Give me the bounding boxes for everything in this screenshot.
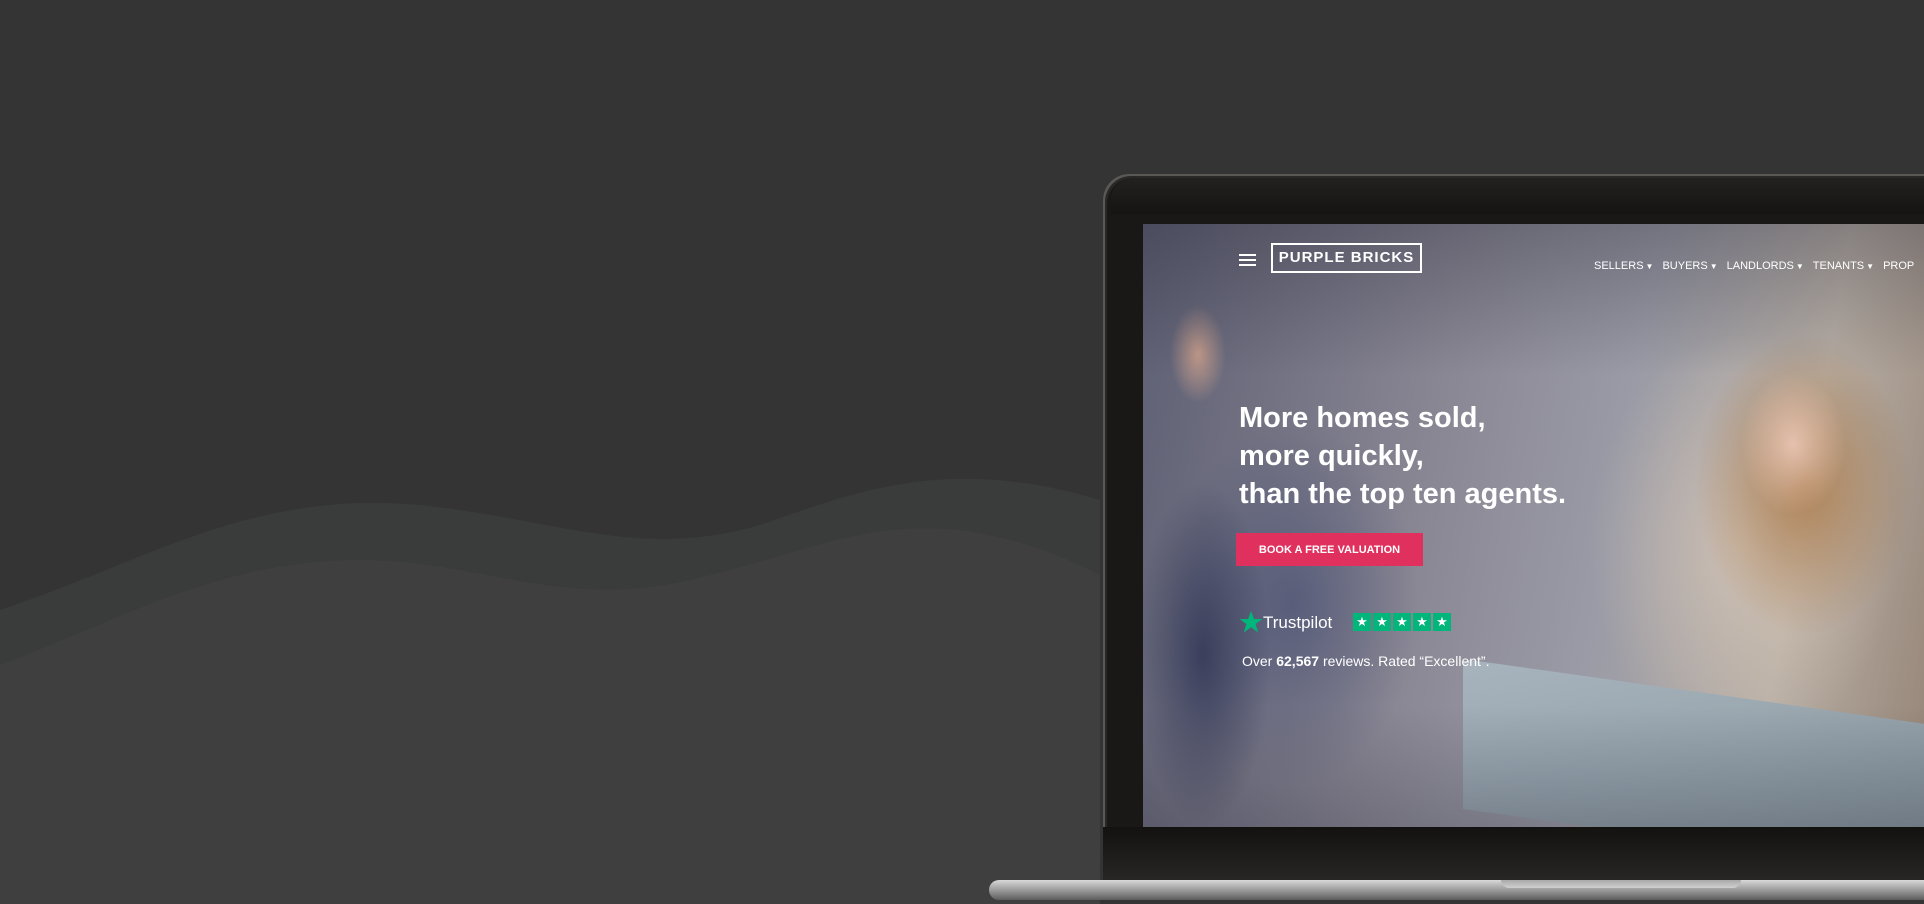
chevron-down-icon: ▼ <box>1709 262 1718 271</box>
nav-buyers[interactable]: BUYERS ▼ <box>1662 260 1717 272</box>
nav-landlords[interactable]: LANDLORDS ▼ <box>1727 260 1804 272</box>
reviews-summary: Over 62,567 reviews. Rated “Excellent”. <box>1242 653 1490 669</box>
nav-tenants[interactable]: TENANTS ▼ <box>1813 260 1874 272</box>
laptop-mockup: PURPLE BRICKS SELLERS ▼ BUYERS ▼ LANDLORDS ▼ T… <box>989 174 1924 904</box>
star-icon: ★ <box>1433 613 1451 631</box>
chevron-down-icon: ▼ <box>1866 262 1875 271</box>
star-icon: ★ <box>1353 613 1371 631</box>
reviews-count: 62,567 <box>1276 653 1320 669</box>
headline-line: more quickly, <box>1239 440 1424 472</box>
trustpilot-star-icon <box>1239 611 1263 633</box>
headline-line: More homes sold, <box>1239 402 1486 434</box>
star-icon: ★ <box>1413 613 1431 631</box>
site-logo[interactable]: PURPLE BRICKS <box>1271 243 1422 273</box>
main-nav: SELLERS ▼ BUYERS ▼ LANDLORDS ▼ TENANTS ▼ PROP <box>1594 256 1923 274</box>
laptop-base-notch <box>1501 880 1741 888</box>
trustpilot-brand: Trustpilot <box>1263 613 1333 632</box>
nav-prop[interactable]: PROP <box>1883 260 1914 272</box>
hero-headline: More homes sold, more quickly, than the … <box>1239 399 1659 513</box>
star-icon: ★ <box>1373 613 1391 631</box>
laptop-bezel-bottom <box>1103 827 1924 886</box>
hamburger-icon[interactable] <box>1239 254 1256 266</box>
trustpilot-rating-stars: ★ ★ ★ ★ ★ <box>1353 613 1453 632</box>
chevron-down-icon: ▼ <box>1795 262 1804 271</box>
site-header: PURPLE BRICKS SELLERS ▼ BUYERS ▼ LANDLORDS ▼ T… <box>1143 224 1924 304</box>
book-valuation-button[interactable]: BOOK A FREE VALUATION <box>1236 533 1423 566</box>
hero-photo-overlay <box>1143 224 1924 827</box>
star-icon: ★ <box>1393 613 1411 631</box>
laptop-bezel <box>1111 178 1924 214</box>
laptop-base <box>989 880 1924 900</box>
headline-line: than the top ten agents. <box>1239 478 1567 510</box>
chevron-down-icon: ▼ <box>1645 262 1654 271</box>
laptop-screen: PURPLE BRICKS SELLERS ▼ BUYERS ▼ LANDLORDS ▼ T… <box>1143 224 1924 827</box>
nav-sellers[interactable]: SELLERS ▼ <box>1594 260 1653 272</box>
